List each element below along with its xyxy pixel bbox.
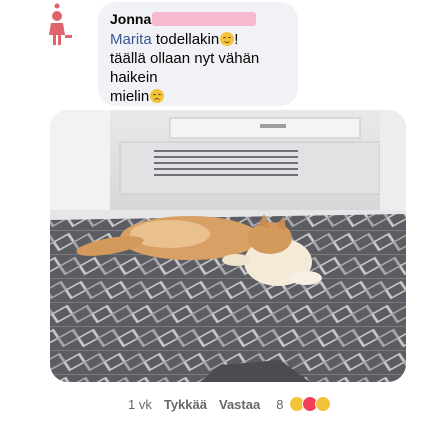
comment-line1-end: !: [234, 31, 239, 48]
user-avatar[interactable]: [46, 2, 74, 56]
comment-text: Marita todellakin! täällä ollaan nyt väh…: [110, 30, 286, 106]
comment-bubble: Jonna Marita todellakin! täällä ollaan n…: [98, 2, 298, 106]
grinning-emoji-icon: [220, 32, 235, 46]
comment-line2-text: täällä ollaan nyt vähän haikein: [110, 50, 260, 86]
reaction-count: 8: [276, 396, 284, 412]
mention-link[interactable]: Marita: [110, 31, 152, 48]
comment-timestamp[interactable]: 1 vk: [128, 397, 152, 412]
reply-button[interactable]: Vastaa: [219, 397, 260, 412]
cat-on-rug-photo: [50, 110, 406, 382]
female-avatar-icon: [49, 3, 72, 45]
comment-photo[interactable]: [50, 110, 406, 382]
reaction-summary[interactable]: 8: [276, 396, 332, 412]
comment-author[interactable]: Jonna: [110, 11, 151, 27]
comment-line3-text: mielin: [110, 88, 150, 105]
comment-actions: 1 vk Tykkää Vastaa 8: [128, 394, 332, 414]
like-button[interactable]: Tykkää: [164, 397, 207, 412]
author-name-redaction: [152, 12, 257, 26]
sad-emoji-icon: [150, 89, 165, 103]
sad-reaction-icon: [315, 396, 332, 412]
comment-line1-text: todellakin: [151, 31, 220, 48]
